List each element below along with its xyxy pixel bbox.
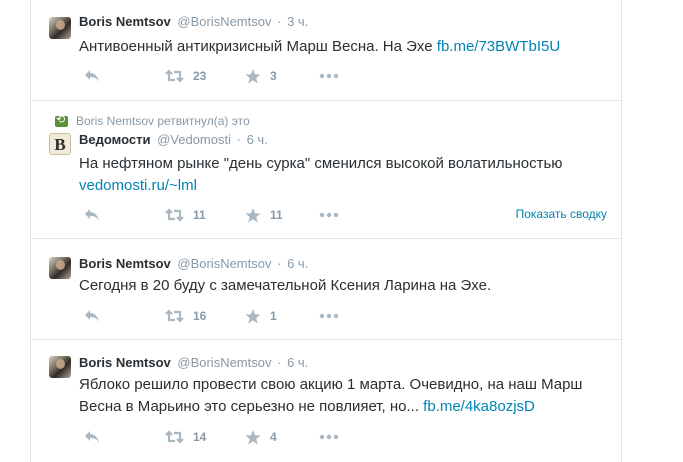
tweet-item[interactable]: Boris Nemtsov @BorisNemtsov · 3 ч. Антив…: [31, 0, 621, 101]
retweet-count: 16: [193, 309, 207, 323]
reply-icon: [85, 209, 99, 221]
retweet-context-icon: [55, 113, 68, 127]
retweet-icon: [165, 309, 184, 323]
favorite-star-icon: [245, 68, 261, 83]
favorite-star-icon: [245, 207, 261, 222]
author-username[interactable]: @BorisNemtsov: [177, 355, 271, 370]
tweet-header: Ведомости @Vedomosti · 6 ч.: [79, 132, 268, 147]
reply-icon: [85, 310, 99, 322]
reply-button[interactable]: [84, 68, 100, 84]
tweet-timestamp[interactable]: 6 ч.: [287, 355, 308, 370]
avatar[interactable]: [49, 257, 71, 279]
author-username[interactable]: @BorisNemtsov: [177, 14, 271, 29]
retweet-context[interactable]: Boris Nemtsov ретвитнул(а) это: [55, 113, 250, 128]
tweet-text: На нефтяном рынке "день сурка" сменился …: [79, 153, 563, 197]
tweet-text: Сегодня в 20 буду с замечательной Ксения…: [79, 275, 491, 297]
favorite-count: 3: [270, 69, 277, 83]
reply-button[interactable]: [84, 429, 100, 445]
favorite-button[interactable]: 1: [245, 308, 277, 324]
author-fullname[interactable]: Boris Nemtsov: [79, 256, 171, 271]
favorite-button[interactable]: 11: [245, 207, 283, 223]
tweet-timestamp[interactable]: 6 ч.: [287, 256, 308, 271]
favorite-star-icon: [245, 429, 261, 444]
separator-dot: ·: [277, 256, 282, 271]
author-username[interactable]: @Vedomosti: [157, 132, 231, 147]
reply-icon: [85, 70, 99, 82]
favorite-count: 1: [270, 309, 277, 323]
reply-icon: [85, 431, 99, 443]
tweet-text-line: Яблоко решило провести свою акцию 1 март…: [79, 376, 583, 393]
more-button[interactable]: [319, 68, 339, 84]
reply-button[interactable]: [84, 308, 100, 324]
tweet-text: Яблоко решило провести свою акцию 1 март…: [79, 374, 582, 418]
retweet-count: 23: [193, 69, 207, 83]
favorite-star-icon: [245, 308, 261, 323]
author-fullname[interactable]: Boris Nemtsov: [79, 14, 171, 29]
tweet-timestamp[interactable]: 6 ч.: [247, 132, 268, 147]
favorite-button[interactable]: 4: [245, 429, 277, 445]
favorite-count: 4: [270, 430, 277, 444]
tweet-text-line: Антивоенный антикризисный Марш Весна. На…: [79, 38, 437, 55]
tweet-text-line: На нефтяном рынке "день сурка" сменился …: [79, 155, 563, 172]
more-dots-icon: [319, 73, 339, 79]
tweet-timestamp[interactable]: 3 ч.: [287, 14, 308, 29]
more-dots-icon: [319, 212, 339, 218]
more-dots-icon: [319, 434, 339, 440]
tweet-item[interactable]: Boris Nemtsov @BorisNemtsov · 6 ч. Яблок…: [31, 340, 621, 462]
retweet-count: 14: [193, 430, 207, 444]
show-summary-link[interactable]: Показать сводку: [516, 207, 607, 221]
avatar[interactable]: [49, 356, 71, 378]
timeline-stream: Boris Nemtsov @BorisNemtsov · 3 ч. Антив…: [30, 0, 622, 462]
retweet-count: 11: [193, 208, 206, 222]
more-button[interactable]: [319, 429, 339, 445]
tweet-link[interactable]: fb.me/73BWTbI5U: [437, 38, 560, 55]
tweet-header: Boris Nemtsov @BorisNemtsov · 6 ч.: [79, 256, 308, 271]
author-username[interactable]: @BorisNemtsov: [177, 256, 271, 271]
separator-dot: ·: [277, 14, 282, 29]
retweet-button[interactable]: 11: [165, 207, 206, 223]
tweet-text-line: Весна в Марьино это серьезно не повлияет…: [79, 398, 424, 415]
retweet-icon: [165, 208, 184, 222]
more-button[interactable]: [319, 308, 339, 324]
tweet-link[interactable]: vedomosti.ru/~lml: [79, 175, 563, 197]
avatar[interactable]: B: [49, 133, 71, 155]
avatar[interactable]: [49, 17, 71, 39]
favorite-button[interactable]: 3: [245, 68, 277, 84]
tweet-header: Boris Nemtsov @BorisNemtsov · 3 ч.: [79, 14, 308, 29]
retweet-context-label: Boris Nemtsov ретвитнул(а) это: [76, 114, 250, 128]
favorite-count: 11: [270, 208, 283, 222]
retweet-button[interactable]: 23: [165, 68, 206, 84]
retweet-icon: [165, 430, 184, 444]
tweet-text: Антивоенный антикризисный Марш Весна. На…: [79, 36, 560, 58]
tweet-item[interactable]: Boris Nemtsov ретвитнул(а) это B Ведомос…: [31, 101, 621, 239]
more-button[interactable]: [319, 207, 339, 223]
retweet-button[interactable]: 14: [165, 429, 206, 445]
author-fullname[interactable]: Ведомости: [79, 132, 150, 147]
reply-button[interactable]: [84, 207, 100, 223]
separator-dot: ·: [277, 355, 282, 370]
tweet-item[interactable]: Boris Nemtsov @BorisNemtsov · 6 ч. Сегод…: [31, 239, 621, 340]
retweet-button[interactable]: 16: [165, 308, 206, 324]
retweet-icon: [165, 69, 184, 83]
tweet-link[interactable]: fb.me/4ka8ozjsD: [423, 398, 535, 415]
tweet-header: Boris Nemtsov @BorisNemtsov · 6 ч.: [79, 355, 308, 370]
more-dots-icon: [319, 313, 339, 319]
separator-dot: ·: [236, 132, 241, 147]
author-fullname[interactable]: Boris Nemtsov: [79, 355, 171, 370]
tweet-text-line: Сегодня в 20 буду с замечательной Ксения…: [79, 277, 492, 294]
